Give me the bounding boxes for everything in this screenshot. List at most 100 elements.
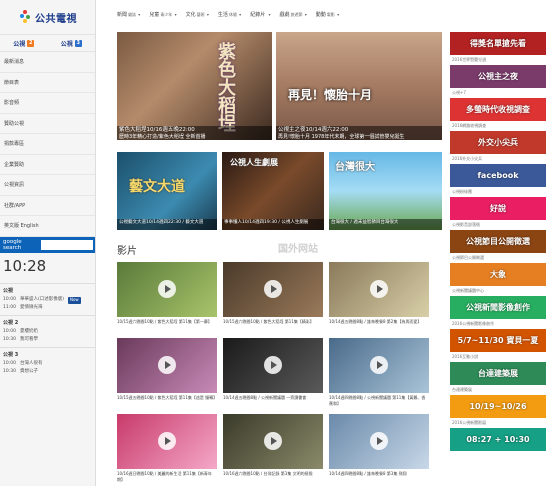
tab-pts2[interactable]: 公視 2 bbox=[0, 35, 48, 51]
video-item[interactable]: 10/15週六晚間10點 / 紫色大稻埕 第11集【精彩】 bbox=[223, 262, 323, 334]
video-item[interactable]: 10/14週五晚間8點 / 公視新聞議題 一旁讀書會 bbox=[223, 338, 323, 410]
side-menu-item[interactable]: 公視資訊 bbox=[0, 175, 95, 196]
side-menu-item[interactable]: 贊助公視 bbox=[0, 114, 95, 134]
video-item[interactable]: 10/14週五晚間8點 / 誰來晚餐8 第2集【為男而愛】 bbox=[329, 262, 429, 334]
play-icon[interactable] bbox=[158, 280, 176, 298]
ad-banner[interactable]: 好說 bbox=[450, 197, 546, 220]
schedule-row[interactable]: 10:00 台灣人很有 bbox=[3, 360, 95, 368]
top-nav-item[interactable]: 生活休閒 ▾ bbox=[218, 11, 241, 18]
tab-pts3[interactable]: 公視 3 bbox=[48, 35, 96, 51]
top-nav-item[interactable]: 戲劇旅遊節 ▾ bbox=[279, 11, 306, 18]
ad-caption[interactable]: 2016網路收視調查 bbox=[450, 121, 546, 131]
ad-banner[interactable]: 公視主之夜 bbox=[450, 65, 546, 88]
video-caption[interactable]: 10/16週六晚間10點 / 台灣記錄 第3集 文明的極限 bbox=[223, 469, 323, 486]
ad-banner[interactable]: 外交小尖兵 bbox=[450, 131, 546, 154]
play-icon[interactable] bbox=[370, 280, 388, 298]
ad-banner[interactable]: 08:27 + 10:30 bbox=[450, 428, 546, 451]
ad-caption[interactable]: 2016公視新聞影像創作 bbox=[450, 319, 546, 329]
promo-card[interactable]: 台灣很大 台灣很大 / 週末益智節目台灣很大 bbox=[329, 152, 442, 230]
schedule-row[interactable]: 10:30 資想公子 bbox=[3, 368, 95, 376]
search-input[interactable] bbox=[41, 239, 93, 250]
ad-banner-title: 好說 bbox=[490, 204, 506, 213]
ad-caption[interactable]: 公視影音部落格 bbox=[450, 220, 546, 230]
ad-banner[interactable]: 公視節目公開徵選 bbox=[450, 230, 546, 253]
top-nav-item[interactable]: 兒童青少年 ▾ bbox=[149, 11, 176, 18]
brand-logo[interactable]: 公共電視 bbox=[0, 0, 95, 34]
ad-caption[interactable] bbox=[450, 451, 546, 461]
video-thumbnail[interactable] bbox=[329, 338, 429, 393]
video-caption[interactable]: 10/15週六晚間10點 / 紫色大稻埕 第11集【第一幕】 bbox=[117, 317, 217, 334]
top-nav: 新聞雜誌 ▾ 兒童青少年 ▾ 文化藝術 ▾ 生活休閒 ▾ 紀錄片 ▾ 戲劇旅遊節 ▾ 動動電… bbox=[117, 11, 442, 18]
video-thumbnail[interactable] bbox=[117, 338, 217, 393]
video-item[interactable]: 10/15週六晚間10點 / 紫色大稻埕 第11集【第一幕】 bbox=[117, 262, 217, 334]
ad-caption[interactable]: 2016外交小尖兵 bbox=[450, 154, 546, 164]
play-icon[interactable] bbox=[264, 356, 282, 374]
video-thumbnail[interactable] bbox=[329, 414, 429, 469]
side-menu-item[interactable]: 英文版 English bbox=[0, 216, 95, 237]
video-item[interactable]: 10/16週日晚間10點 / 美麗的新生活 第11集【新青年期】 bbox=[117, 414, 217, 486]
schedule-row[interactable]: 10:00 華華盛人(口述影像版) Now bbox=[3, 296, 95, 304]
play-icon[interactable] bbox=[264, 432, 282, 450]
side-menu-item[interactable]: 社群/APP bbox=[0, 196, 95, 216]
ad-caption[interactable]: 2016互動小說 bbox=[450, 352, 546, 362]
play-icon[interactable] bbox=[158, 356, 176, 374]
video-caption[interactable]: 10/14週五晚間8點 / 公視新聞議題 一旁讀書會 bbox=[223, 393, 323, 410]
ad-caption[interactable]: 2016世界暨嬰兒週 bbox=[450, 55, 546, 65]
top-nav-sublabel: 電影 bbox=[326, 12, 335, 17]
chevron-down-icon: ▾ bbox=[137, 12, 141, 17]
video-item[interactable]: 10/14週四晚間8點 / 誰來晚餐8 第3集 飛翔 bbox=[329, 414, 429, 486]
play-icon[interactable] bbox=[158, 432, 176, 450]
side-menu-item[interactable]: 最新消息 bbox=[0, 52, 95, 73]
video-item[interactable]: 10/16週六晚間10點 / 台灣記錄 第3集 文明的極限 bbox=[223, 414, 323, 486]
play-icon[interactable] bbox=[370, 432, 388, 450]
video-caption[interactable]: 10/16週日晚間10點 / 美麗的新生活 第11集【新青年期】 bbox=[117, 469, 217, 486]
video-thumbnail[interactable] bbox=[117, 414, 217, 469]
ad-caption[interactable]: 公視+7 bbox=[450, 88, 546, 98]
play-icon[interactable] bbox=[264, 280, 282, 298]
side-menu-item[interactable]: 捐款專區 bbox=[0, 134, 95, 155]
video-caption[interactable]: 10/14週五晚間8點 / 誰來晚餐8 第2集【為男而愛】 bbox=[329, 317, 429, 334]
top-nav-item[interactable]: 新聞雜誌 ▾ bbox=[117, 11, 140, 18]
ad-banner[interactable]: 公視新聞影像創作 bbox=[450, 296, 546, 319]
ad-caption[interactable]: 公視粉絲團 bbox=[450, 187, 546, 197]
hero-title-art: 紫色大稻埕 bbox=[215, 42, 236, 132]
promo-card[interactable]: 公視人生劇展 事事懂人10/14週四19:30 / 公視人生劇展 bbox=[222, 152, 324, 230]
schedule-row[interactable]: 10:00 夏樓奶奶 bbox=[3, 328, 95, 336]
top-nav-item[interactable]: 紀錄片 ▾ bbox=[250, 11, 270, 18]
side-menu-item[interactable]: 企業贊助 bbox=[0, 155, 95, 175]
ad-banner[interactable]: 大象 bbox=[450, 263, 546, 286]
video-caption[interactable]: 10/14週四晚間8點 / 公視新聞議題 第11集【黃鵝、香蕉和】 bbox=[329, 393, 429, 410]
promo-card[interactable]: 藝文大道 公視藝文大道10/14週四22:30 / 藝文大道 bbox=[117, 152, 217, 230]
top-nav-item[interactable]: 文化藝術 ▾ bbox=[186, 11, 209, 18]
schedule-row[interactable]: 11:00 愛情微光海 bbox=[3, 304, 95, 312]
ad-banner[interactable]: 5/7~11/30 寶貝一夏 bbox=[450, 329, 546, 352]
video-caption[interactable]: 10/15週六晚間10點 / 紫色大稻埕 第11集【精彩】 bbox=[223, 317, 323, 334]
play-icon[interactable] bbox=[370, 356, 388, 374]
video-item[interactable]: 10/14週四晚間8點 / 公視新聞議題 第11集【黃鵝、香蕉和】 bbox=[329, 338, 429, 410]
video-thumbnail[interactable] bbox=[223, 414, 323, 469]
video-thumbnail[interactable] bbox=[117, 262, 217, 317]
schedule-row[interactable]: 10:30 我可看學 bbox=[3, 336, 95, 344]
video-thumbnail[interactable] bbox=[223, 262, 323, 317]
video-thumbnail[interactable] bbox=[329, 262, 429, 317]
tab-pts3-label: 公視 bbox=[60, 40, 73, 48]
ad-banner[interactable]: facebook bbox=[450, 164, 546, 187]
video-thumbnail[interactable] bbox=[223, 338, 323, 393]
ad-caption[interactable]: 台達建築展 bbox=[450, 385, 546, 395]
side-menu-item[interactable]: 節目表 bbox=[0, 73, 95, 93]
ad-banner[interactable]: 10/19~10/26 bbox=[450, 395, 546, 418]
ad-banner[interactable]: 台達建築展 bbox=[450, 362, 546, 385]
ad-banner[interactable]: 得獎名單搶先看 bbox=[450, 32, 546, 55]
ad-caption[interactable]: 公視節目公開徵選 bbox=[450, 253, 546, 263]
top-nav-item[interactable]: 動動電影 ▾ bbox=[316, 11, 339, 18]
side-menu-item[interactable]: 影音頻 bbox=[0, 93, 95, 114]
video-caption[interactable]: 10/14週四晚間8點 / 誰來晚餐8 第3集 飛翔 bbox=[329, 469, 429, 486]
ad-caption[interactable]: 2016公視新聞影展 bbox=[450, 418, 546, 428]
schedule-channel-title: 公視 2 bbox=[3, 319, 19, 326]
ad-caption[interactable]: 公視新聞議題中心 bbox=[450, 286, 546, 296]
video-item[interactable]: 10/15週五晚間10點 / 紫色大稻埕 第11集【這是 慢轉】 bbox=[117, 338, 217, 410]
hero-banner[interactable]: 再見！懷胎十月 公視主之夜10/14週六22:00 再見!懷胎十月 1978年代末… bbox=[276, 32, 442, 140]
ad-banner[interactable]: 多螢時代收視調查 bbox=[450, 98, 546, 121]
video-caption[interactable]: 10/15週五晚間10點 / 紫色大稻埕 第11集【這是 慢轉】 bbox=[117, 393, 217, 410]
hero-banner[interactable]: 紫色大稻埕 紫色大稻埕10/16週五晚22:00 歷時3年精心打造/紫色大稻埕 全… bbox=[117, 32, 272, 140]
